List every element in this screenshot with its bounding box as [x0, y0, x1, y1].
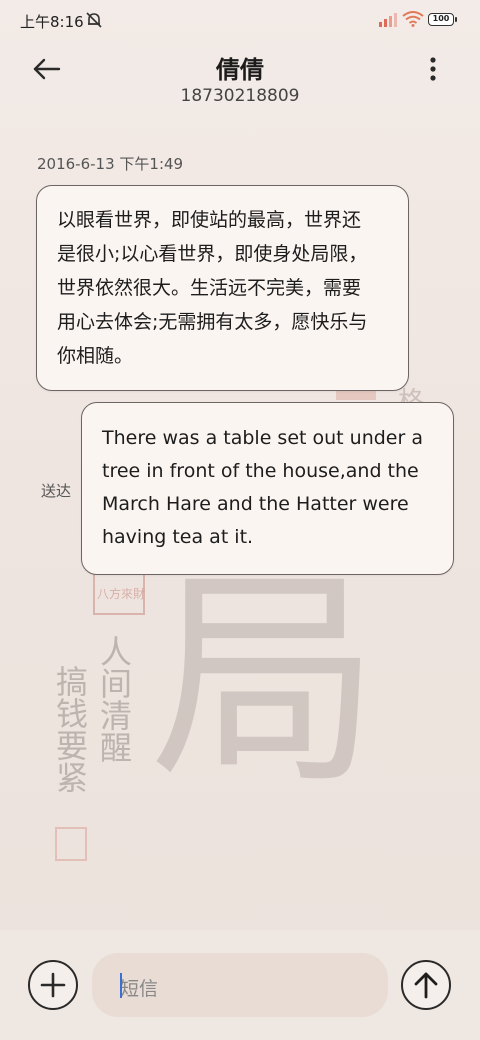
text-cursor	[120, 973, 122, 998]
mute-bell-icon	[86, 12, 102, 28]
send-button[interactable]	[401, 960, 451, 1010]
message-line: 用心去体会;无需拥有太多，愿快乐与	[57, 311, 368, 333]
message-line: 是很小;以心看世界，即使身处局限，	[57, 243, 368, 265]
signal-icon	[379, 13, 397, 27]
message-input-placeholder: 短信	[120, 978, 159, 1000]
more-options-button[interactable]	[420, 54, 446, 84]
outgoing-message-bubble[interactable]: There was a table set out under a tree i…	[81, 402, 454, 575]
battery-level: 100	[432, 14, 450, 23]
message-input[interactable]: 短信	[92, 953, 388, 1017]
delivery-status: 送达	[41, 482, 72, 500]
message-line: having tea at it.	[102, 526, 254, 548]
message-line: 世界依然很大。生活远不完美，需要	[57, 277, 362, 299]
status-time: 上午8:16	[20, 13, 84, 31]
status-bar: 上午8:16 100	[0, 0, 480, 40]
contact-name[interactable]: 倩倩	[0, 50, 480, 85]
battery-icon: 100	[428, 13, 457, 26]
message-line: 你相随。	[57, 345, 134, 367]
message-line: tree in front of the house,and the	[102, 460, 419, 482]
wifi-icon	[402, 11, 424, 27]
incoming-message-bubble[interactable]: 以眼看世界，即使站的最高，世界还 是很小;以心看世界，即使身处局限， 世界依然很…	[36, 185, 409, 391]
more-vertical-icon	[430, 57, 436, 81]
add-attachment-button[interactable]	[28, 960, 78, 1010]
message-line: 以眼看世界，即使站的最高，世界还	[57, 209, 362, 231]
arrow-up-icon	[414, 972, 438, 999]
message-line: March Hare and the Hatter were	[102, 493, 409, 515]
contact-number[interactable]: 18730218809	[0, 86, 480, 106]
plus-icon	[40, 972, 66, 998]
message-line: There was a table set out under a	[102, 427, 423, 449]
message-timestamp: 2016-6-13 下午1:49	[37, 155, 184, 173]
